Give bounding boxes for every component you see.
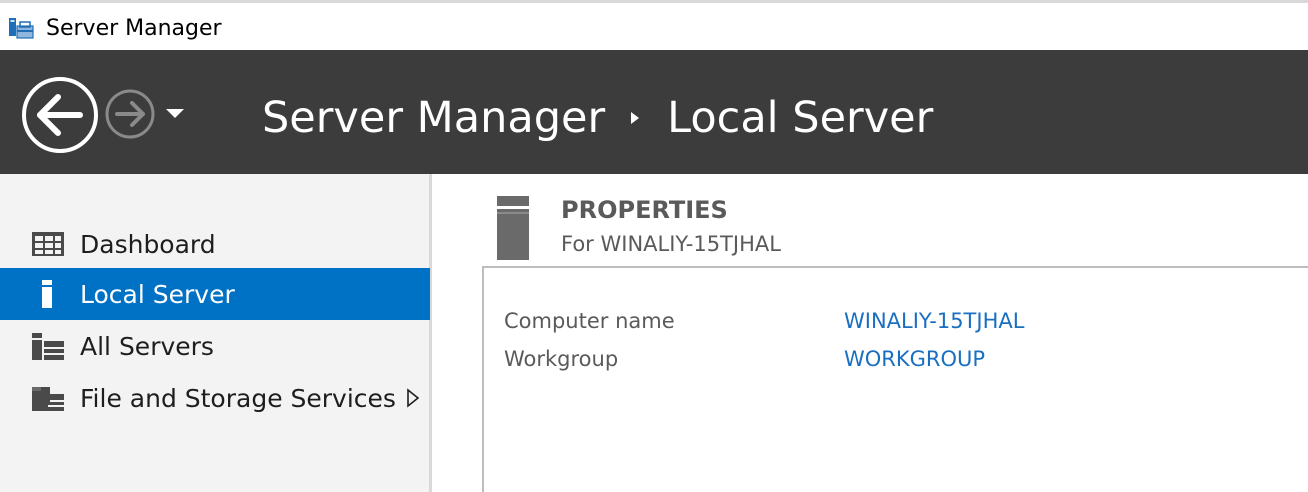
breadcrumb: Server Manager Local Server	[262, 88, 933, 148]
server-manager-icon	[9, 18, 34, 39]
workgroup-link[interactable]: WORKGROUP	[844, 347, 985, 371]
server-tower-icon	[497, 196, 529, 260]
back-arrow-icon[interactable]	[20, 75, 100, 155]
breadcrumb-local-server: Local Server	[667, 93, 934, 143]
sidebar-item-label: All Servers	[80, 331, 214, 361]
sidebar: Dashboard Local Server All Servers File …	[0, 174, 432, 492]
forward-arrow-icon[interactable]	[104, 88, 156, 140]
properties-subtitle: For WINALIY-15TJHAL	[561, 232, 781, 256]
sidebar-item-all-servers[interactable]: All Servers	[0, 320, 430, 372]
chevron-right-icon[interactable]	[406, 387, 420, 409]
property-label: Workgroup	[504, 347, 619, 371]
window-title: Server Manager	[46, 16, 222, 41]
sidebar-item-label: File and Storage Services	[80, 383, 396, 413]
computer-name-link[interactable]: WINALIY-15TJHAL	[844, 309, 1024, 333]
chevron-down-icon[interactable]	[160, 98, 190, 128]
property-label: Computer name	[504, 309, 675, 333]
sidebar-item-local-server[interactable]: Local Server	[0, 268, 430, 320]
dashboard-icon	[32, 232, 64, 256]
local-server-icon	[42, 280, 52, 308]
file-storage-icon	[32, 387, 64, 411]
properties-panel: Computer name WINALIY-15TJHAL Workgroup …	[482, 266, 1308, 492]
header-bar: Server Manager Local Server	[0, 50, 1308, 174]
breadcrumb-separator-icon	[631, 112, 640, 124]
window-titlebar: Server Manager	[0, 0, 1308, 50]
sidebar-item-dashboard[interactable]: Dashboard	[0, 218, 430, 270]
sidebar-item-file-and-storage-services[interactable]: File and Storage Services	[0, 372, 430, 424]
breadcrumb-server-manager[interactable]: Server Manager	[262, 93, 605, 143]
properties-title: PROPERTIES	[561, 196, 728, 224]
sidebar-item-label: Dashboard	[80, 229, 216, 259]
main-content: PROPERTIES For WINALIY-15TJHAL Computer …	[435, 174, 1308, 492]
sidebar-item-label: Local Server	[80, 279, 235, 309]
all-servers-icon	[32, 333, 64, 360]
